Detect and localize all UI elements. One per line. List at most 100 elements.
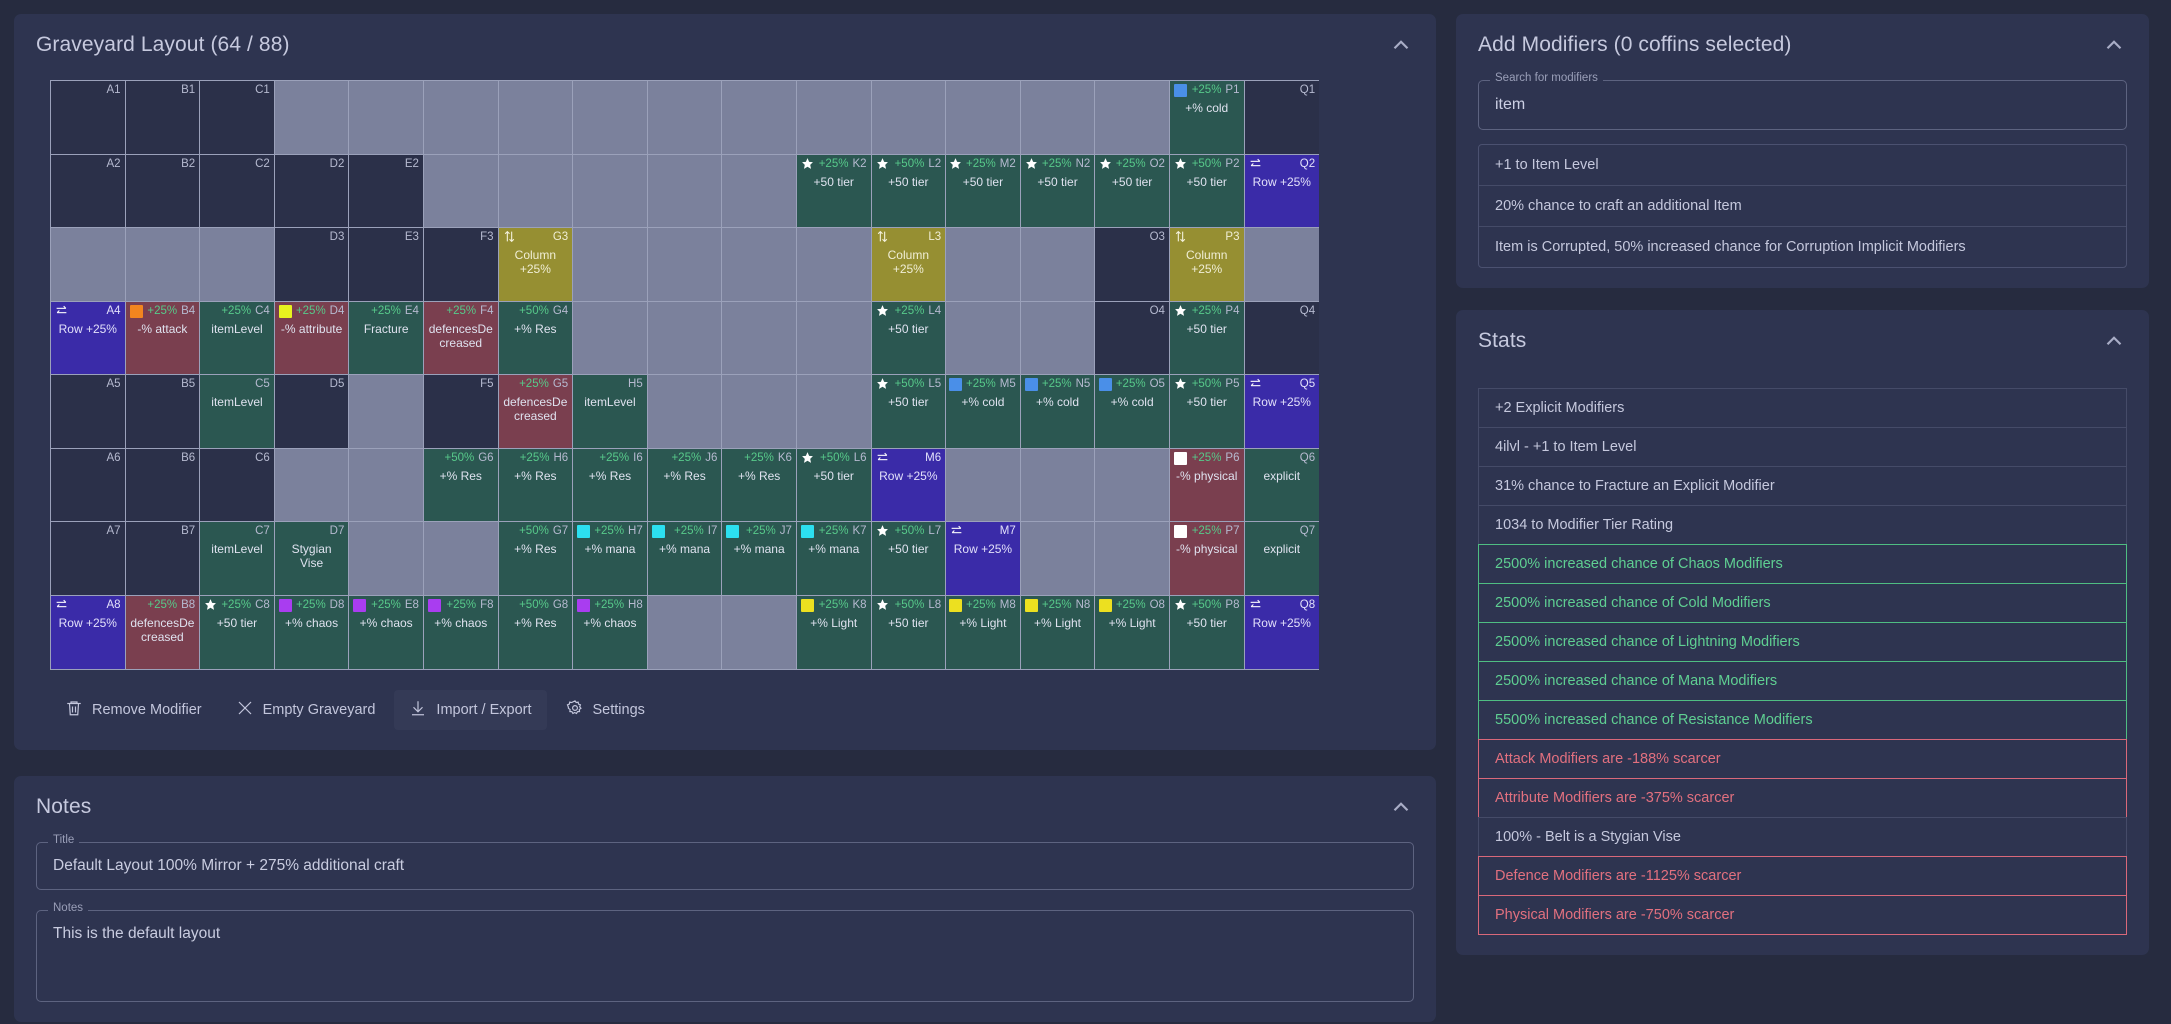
grid-cell-b1[interactable]: B1	[125, 81, 201, 155]
notes-collapse-chevron-up-icon[interactable]	[1388, 794, 1414, 820]
grid-cell-empty-4-10[interactable]	[796, 375, 872, 449]
grid-cell-q2[interactable]: Q2 Row +25%	[1244, 154, 1320, 228]
grid-cell-i6[interactable]: +25% I6 +% Res	[573, 448, 648, 522]
grid-cell-b6[interactable]: B6	[125, 448, 201, 522]
grid-cell-empty-0-4[interactable]	[349, 81, 424, 155]
grid-cell-d5[interactable]: D5	[274, 375, 350, 449]
grid-cell-l7[interactable]: +50% L7 +50 tier	[871, 522, 947, 596]
grid-cell-empty-0-7[interactable]	[573, 81, 648, 155]
grid-cell-empty-0-9[interactable]	[722, 81, 797, 155]
grid-cell-o4[interactable]: O4	[1095, 301, 1170, 375]
grid-cell-e2[interactable]: E2	[349, 154, 424, 228]
grid-cell-d3[interactable]: D3	[274, 228, 350, 302]
grid-cell-empty-0-12[interactable]	[946, 81, 1021, 155]
grid-cell-empty-6-5[interactable]	[423, 522, 499, 596]
notes-title-input[interactable]: Default Layout 100% Mirror + 275% additi…	[36, 842, 1414, 890]
grid-cell-l2[interactable]: +50% L2 +50 tier	[871, 154, 947, 228]
grid-cell-b7[interactable]: B7	[125, 522, 201, 596]
grid-cell-g6[interactable]: +50% G6 +% Res	[423, 448, 499, 522]
grid-cell-m2[interactable]: +25% M2 +50 tier	[946, 154, 1021, 228]
grid-cell-f8[interactable]: +25% F8 +% chaos	[423, 595, 499, 669]
graveyard-collapse-chevron-up-icon[interactable]	[1388, 32, 1414, 58]
grid-cell-f4[interactable]: +25% F4 defencesDecreased	[423, 301, 499, 375]
grid-cell-p8[interactable]: +50% P8 +50 tier	[1169, 595, 1245, 669]
grid-cell-c5[interactable]: C5 itemLevel	[200, 375, 275, 449]
grid-cell-g5[interactable]: +25% G5 defencesDecreased	[498, 375, 574, 449]
grid-cell-j7[interactable]: +25% J7 +% mana	[722, 522, 797, 596]
grid-cell-g7[interactable]: +50% G7 +% Res	[498, 522, 574, 596]
grid-cell-q1[interactable]: Q1	[1244, 81, 1320, 155]
grid-cell-empty-5-14[interactable]	[1095, 448, 1170, 522]
grid-cell-empty-5-3[interactable]	[274, 448, 350, 522]
grid-cell-p1[interactable]: +25% P1 +% cold	[1169, 81, 1245, 155]
grid-cell-b2[interactable]: B2	[125, 154, 201, 228]
grid-cell-d8[interactable]: +25% D8 +% chaos	[274, 595, 350, 669]
grid-cell-a7[interactable]: A7	[51, 522, 126, 596]
grid-cell-e3[interactable]: E3	[349, 228, 424, 302]
grid-cell-empty-6-13[interactable]	[1020, 522, 1096, 596]
grid-cell-empty-1-6[interactable]	[498, 154, 574, 228]
grid-cell-o2[interactable]: +25% O2 +50 tier	[1095, 154, 1170, 228]
grid-cell-p7[interactable]: +25% P7 -% physical	[1169, 522, 1245, 596]
grid-cell-m6[interactable]: M6 Row +25%	[871, 448, 947, 522]
grid-cell-l4[interactable]: +25% L4 +50 tier	[871, 301, 947, 375]
grid-cell-k6[interactable]: +25% K6 +% Res	[722, 448, 797, 522]
grid-cell-g4[interactable]: +50% G4 +% Res	[498, 301, 574, 375]
grid-cell-g3[interactable]: G3 Column +25%	[498, 228, 574, 302]
grid-cell-h5[interactable]: H5 itemLevel	[573, 375, 648, 449]
grid-cell-empty-1-5[interactable]	[423, 154, 499, 228]
grid-cell-o8[interactable]: +25% O8 +% Light	[1095, 595, 1170, 669]
modifier-search-input[interactable]	[1478, 80, 2127, 130]
grid-cell-a1[interactable]: A1	[51, 81, 126, 155]
grid-cell-d4[interactable]: +25% D4 -% attribute	[274, 301, 350, 375]
grid-cell-h6[interactable]: +25% H6 +% Res	[498, 448, 574, 522]
grid-cell-g8[interactable]: +50% G8 +% Res	[498, 595, 574, 669]
grid-cell-empty-2-12[interactable]	[946, 228, 1021, 302]
grid-cell-p6[interactable]: +25% P6 -% physical	[1169, 448, 1245, 522]
grid-cell-p3[interactable]: P3 Column +25%	[1169, 228, 1245, 302]
grid-cell-k8[interactable]: +25% K8 +% Light	[796, 595, 872, 669]
grid-cell-p5[interactable]: +50% P5 +50 tier	[1169, 375, 1245, 449]
notes-body-textarea[interactable]: This is the default layout	[36, 910, 1414, 1002]
grid-cell-empty-2-8[interactable]	[647, 228, 723, 302]
grid-cell-m7[interactable]: M7 Row +25%	[946, 522, 1021, 596]
empty-graveyard-button[interactable]: Empty Graveyard	[221, 690, 391, 730]
grid-cell-empty-0-6[interactable]	[498, 81, 574, 155]
grid-cell-empty-5-4[interactable]	[349, 448, 424, 522]
grid-cell-b4[interactable]: +25% B4 -% attack	[125, 301, 201, 375]
grid-cell-empty-4-8[interactable]	[647, 375, 723, 449]
grid-cell-f3[interactable]: F3	[423, 228, 499, 302]
grid-cell-n5[interactable]: +25% N5 +% cold	[1020, 375, 1096, 449]
grid-cell-f5[interactable]: F5	[423, 375, 499, 449]
grid-cell-a6[interactable]: A6	[51, 448, 126, 522]
grid-cell-empty-0-5[interactable]	[423, 81, 499, 155]
grid-cell-empty-2-0[interactable]	[51, 228, 126, 302]
grid-cell-empty-1-8[interactable]	[647, 154, 723, 228]
grid-cell-n2[interactable]: +25% N2 +50 tier	[1020, 154, 1096, 228]
grid-cell-empty-0-3[interactable]	[274, 81, 350, 155]
grid-cell-c4[interactable]: +25% C4 itemLevel	[200, 301, 275, 375]
grid-cell-c8[interactable]: +25% C8 +50 tier	[200, 595, 275, 669]
grid-cell-empty-5-12[interactable]	[946, 448, 1021, 522]
grid-cell-empty-2-9[interactable]	[722, 228, 797, 302]
grid-cell-c6[interactable]: C6	[200, 448, 275, 522]
grid-cell-e4[interactable]: +25% E4 Fracture	[349, 301, 424, 375]
grid-cell-empty-6-14[interactable]	[1095, 522, 1170, 596]
grid-cell-m5[interactable]: +25% M5 +% cold	[946, 375, 1021, 449]
grid-cell-o5[interactable]: +25% O5 +% cold	[1095, 375, 1170, 449]
grid-cell-empty-7-8[interactable]	[647, 595, 723, 669]
grid-cell-h8[interactable]: +25% H8 +% chaos	[573, 595, 648, 669]
grid-cell-empty-3-8[interactable]	[647, 301, 723, 375]
grid-cell-empty-2-7[interactable]	[573, 228, 648, 302]
grid-cell-empty-7-9[interactable]	[722, 595, 797, 669]
grid-cell-empty-4-9[interactable]	[722, 375, 797, 449]
grid-cell-empty-0-14[interactable]	[1095, 81, 1170, 155]
grid-cell-empty-3-10[interactable]	[796, 301, 872, 375]
grid-cell-k7[interactable]: +25% K7 +% mana	[796, 522, 872, 596]
grid-cell-a8[interactable]: A8 Row +25%	[51, 595, 126, 669]
grid-cell-d7[interactable]: D7 Stygian Vise	[274, 522, 350, 596]
modifier-result-item[interactable]: 20% chance to craft an additional Item	[1479, 186, 2126, 227]
grid-cell-q7[interactable]: Q7 explicit	[1244, 522, 1320, 596]
add-modifiers-collapse-chevron-up-icon[interactable]	[2101, 32, 2127, 58]
grid-cell-b5[interactable]: B5	[125, 375, 201, 449]
